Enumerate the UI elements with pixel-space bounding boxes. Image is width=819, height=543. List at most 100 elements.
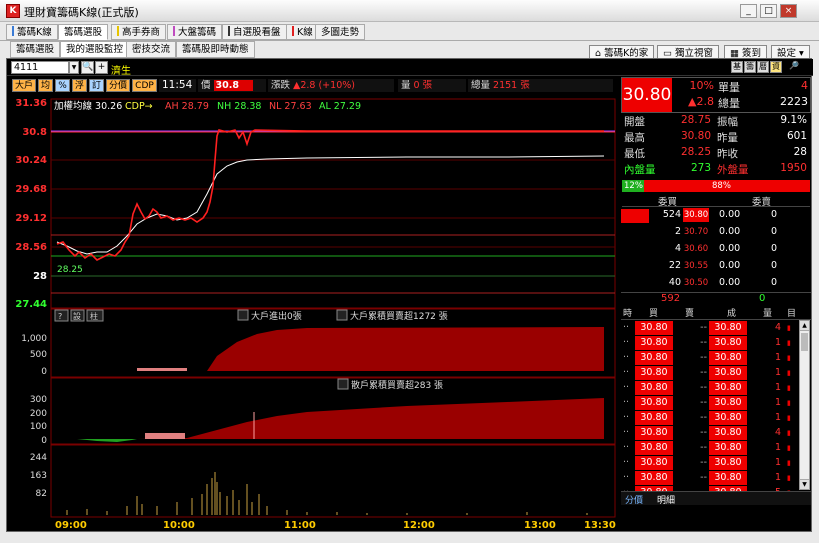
tick-marker-icon: ▮ xyxy=(787,354,791,362)
subtab-exchange[interactable]: 密技交流 xyxy=(126,41,177,58)
outer-ratio: 88% xyxy=(712,181,731,191)
subtab-screener[interactable]: 籌碼選股 xyxy=(10,41,61,58)
calendar-button[interactable]: 曆 xyxy=(757,61,769,73)
zoom-icon[interactable]: 🔎 xyxy=(788,61,800,73)
tab-multi-chart[interactable]: 多圖走勢 xyxy=(315,24,366,40)
tick-row: ·· 30.80 -- 30.80 1 ▮ xyxy=(621,456,797,471)
tab-chip-kline[interactable]: 籌碼K線 xyxy=(6,24,58,40)
tick-price: 30.80 xyxy=(709,381,747,395)
tick-marker-icon: ▮ xyxy=(787,444,791,452)
tab-market-chip[interactable]: 大盤籌碼 xyxy=(167,24,223,40)
close-button[interactable]: × xyxy=(780,4,797,18)
subscribe-toggle[interactable]: 訂 xyxy=(89,79,104,92)
tick-time: ·· xyxy=(623,442,630,453)
time-tick: 09:00 xyxy=(55,520,87,531)
tick-ask: -- xyxy=(700,382,707,393)
tick-price: 30.80 xyxy=(709,396,747,410)
tick-time: ·· xyxy=(623,457,630,468)
big-holder-flow-label: 大戶進出0張 xyxy=(251,310,302,322)
title-bar: K 理財寶籌碼K線(正式版) _ □ × xyxy=(0,0,819,22)
tick-price: 30.80 xyxy=(709,441,747,455)
big-holder-area xyxy=(137,327,604,371)
intraday-chart: 加權均線 30.26 CDP→ AH 28.79 NH 28.38 NL 27.… xyxy=(15,98,616,531)
price-summary: 30.80 10% ▲2.8 單量 4 總量 2223 xyxy=(621,77,811,113)
help-icon[interactable] xyxy=(336,309,348,321)
legend-nl: NL 27.63 xyxy=(269,101,312,112)
percent-toggle[interactable]: % xyxy=(55,79,70,92)
search-icon[interactable]: 🔍 xyxy=(81,61,94,74)
cdp-toggle[interactable]: CDP xyxy=(132,79,157,92)
price-tick: 28 xyxy=(33,271,47,282)
subtab-realtime[interactable]: 籌碼股即時動態 xyxy=(176,41,255,58)
chevron-down-icon[interactable]: ▼ xyxy=(69,61,79,74)
change-value: ▲2.8 (+10%) xyxy=(293,80,355,91)
chips-button[interactable]: 籌 xyxy=(744,61,756,73)
tab-details[interactable]: 明細 xyxy=(657,493,675,506)
time-tick: 13:00 xyxy=(524,520,556,531)
retail-small-bars xyxy=(145,433,185,439)
average-toggle[interactable]: 均 xyxy=(38,79,53,92)
order-book-row: 524 30.80 0.00 0 xyxy=(662,208,778,222)
tick-marker-icon: ▮ xyxy=(787,429,791,437)
tab-expert-brokers[interactable]: 高手券商 xyxy=(111,24,167,40)
axis-tick: 0 xyxy=(41,436,47,446)
info-button[interactable]: 資 xyxy=(770,61,782,73)
tab-chip-screener[interactable]: 籌碼選股 xyxy=(58,24,109,40)
price-dist-toggle[interactable]: 分價 xyxy=(106,79,130,92)
panel-bar-label: 柱 xyxy=(90,311,98,321)
panel-settings-label: 設 xyxy=(73,311,81,321)
big-holder-toggle[interactable]: 大戶 xyxy=(12,79,36,92)
tick-scrollbar[interactable]: ▲ ▼ xyxy=(799,320,810,490)
tab-price-dist[interactable]: 分價 xyxy=(625,493,643,506)
float-toggle[interactable]: 浮 xyxy=(72,79,87,92)
inner-ratio: 12% xyxy=(622,180,644,192)
help-icon[interactable] xyxy=(337,378,349,390)
tick-bid: 30.80 xyxy=(635,351,673,365)
price-tick: 31.36 xyxy=(15,98,47,109)
stock-code-input[interactable]: 4111 xyxy=(11,61,69,74)
tab-marker-icon xyxy=(173,26,175,36)
axis-tick: 200 xyxy=(30,409,47,419)
total-vol-label: 總量 xyxy=(718,97,740,110)
tick-ask: -- xyxy=(700,367,707,378)
average-price-line xyxy=(56,155,605,255)
axis-tick: 500 xyxy=(30,350,47,360)
tab-watchlist[interactable]: 自選股看盤 xyxy=(222,24,287,40)
scroll-thumb[interactable] xyxy=(801,333,808,351)
chart-area: 4111 ▼ 🔍 + 濟生 基 籌 曆 資 🔎 大戶 均 % 浮 訂 分價 CD… xyxy=(6,58,813,532)
tick-row: ·· 30.80 -- 30.80 4 ▮ xyxy=(621,426,797,441)
tick-time: ·· xyxy=(623,412,630,423)
tick-time: ·· xyxy=(623,397,630,408)
fundamentals-button[interactable]: 基 xyxy=(731,61,743,73)
order-book-header: 委買 委賣 xyxy=(622,194,810,208)
tick-price: 30.80 xyxy=(709,366,747,380)
tab-kline[interactable]: K線 xyxy=(286,24,319,40)
stock-name: 濟生 xyxy=(111,66,131,77)
order-book-sum: 592 0 xyxy=(621,292,811,305)
tick-qty: 1 xyxy=(774,337,781,348)
tick-marker-icon: ▮ xyxy=(787,414,791,422)
scroll-up-icon[interactable]: ▲ xyxy=(800,321,809,331)
tick-marker-icon: ▮ xyxy=(787,474,791,482)
tick-time: ·· xyxy=(623,382,630,393)
stock-toolbar: 4111 ▼ 🔍 + 濟生 基 籌 曆 資 🔎 xyxy=(7,59,813,77)
tick-row: ·· 30.80 -- 30.80 1 ▮ xyxy=(621,411,797,426)
minimize-button[interactable]: _ xyxy=(740,4,757,18)
stat-row: 開盤 28.75 振幅 9.1% xyxy=(624,114,807,128)
tick-price: 30.80 xyxy=(709,336,747,350)
subtab-monitor[interactable]: 我的選股監控 xyxy=(60,41,130,58)
add-icon[interactable]: + xyxy=(95,61,108,74)
tick-table-header: 時 買 賣 成 量 目 xyxy=(621,306,811,320)
tick-ask: -- xyxy=(700,472,707,483)
tick-bid: 30.80 xyxy=(635,321,673,335)
time-tick: 13:30 xyxy=(584,520,616,531)
scroll-down-icon[interactable]: ▼ xyxy=(800,479,809,489)
maximize-button[interactable]: □ xyxy=(760,4,777,18)
time-tick: 10:00 xyxy=(163,520,195,531)
tick-ask: -- xyxy=(700,337,707,348)
tick-bid: 30.80 xyxy=(635,411,673,425)
help-icon[interactable] xyxy=(237,309,249,321)
tick-row: ·· 30.80 -- 30.80 1 ▮ xyxy=(621,351,797,366)
tick-bid: 30.80 xyxy=(635,336,673,350)
order-book-row: 4 30.60 0.00 0 xyxy=(674,243,778,254)
